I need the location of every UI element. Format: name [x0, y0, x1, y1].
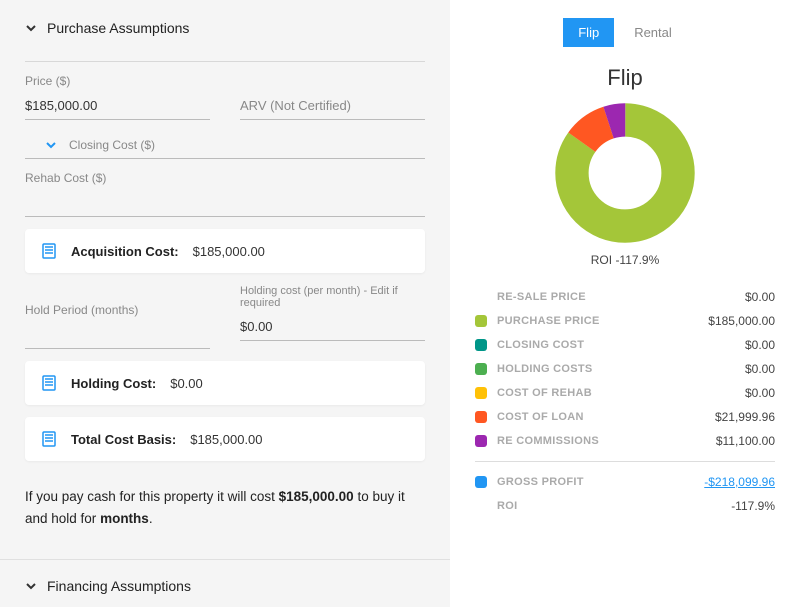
legend-row: COST OF LOAN$21,999.96	[475, 405, 775, 429]
purchase-assumptions-header[interactable]: Purchase Assumptions	[25, 20, 425, 36]
price-value[interactable]: $185,000.00	[25, 94, 210, 120]
divider	[475, 461, 775, 462]
summary-text: If you pay cash for this property it wil…	[25, 486, 425, 529]
closing-cost-label: Closing Cost ($)	[69, 138, 155, 152]
rehab-cost-label: Rehab Cost ($)	[25, 171, 425, 185]
financing-assumptions-header[interactable]: Financing Assumptions	[25, 578, 425, 594]
legend-value: $185,000.00	[708, 314, 775, 328]
divider	[0, 559, 450, 560]
legend-label: HOLDING COSTS	[497, 363, 745, 375]
analysis-tabs: Flip Rental	[475, 18, 775, 47]
legend-value: $0.00	[745, 290, 775, 304]
acquisition-cost-card: Acquisition Cost: $185,000.00	[25, 229, 425, 273]
holding-per-month-field[interactable]: Holding cost (per month) - Edit if requi…	[240, 285, 425, 349]
legend-value: $0.00	[745, 362, 775, 376]
legend-swatch	[475, 291, 487, 303]
total-cost-card: Total Cost Basis: $185,000.00	[25, 417, 425, 461]
closing-cost-row[interactable]: Closing Cost ($)	[25, 130, 425, 159]
legend-swatch	[475, 339, 487, 351]
legend-row: PURCHASE PRICE$185,000.00	[475, 309, 775, 333]
legend-row: RE-SALE PRICE$0.00	[475, 285, 775, 309]
legend-value: $11,100.00	[716, 434, 775, 448]
calculator-icon	[41, 243, 57, 259]
divider	[25, 61, 425, 62]
acquisition-cost-value: $185,000.00	[193, 244, 265, 259]
legend: RE-SALE PRICE$0.00PURCHASE PRICE$185,000…	[475, 285, 775, 518]
hold-period-field[interactable]: Hold Period (months)	[25, 285, 210, 349]
legend-label: RE COMMISSIONS	[497, 435, 716, 447]
legend-value: $0.00	[745, 386, 775, 400]
hold-period-value[interactable]	[25, 323, 210, 349]
acquisition-cost-label: Acquisition Cost:	[71, 244, 179, 259]
tab-flip[interactable]: Flip	[563, 18, 614, 47]
rehab-cost-field[interactable]: Rehab Cost ($)	[25, 171, 425, 217]
legend-row: COST OF REHAB$0.00	[475, 381, 775, 405]
legend-swatch	[475, 476, 487, 488]
roi-value: -117.9%	[731, 499, 775, 513]
holding-per-month-value[interactable]: $0.00	[240, 315, 425, 341]
purchase-assumptions-title: Purchase Assumptions	[47, 20, 189, 36]
roi-label: ROI	[497, 500, 731, 512]
arv-label	[240, 74, 425, 88]
purchase-assumptions-panel: Purchase Assumptions Price ($) $185,000.…	[0, 0, 450, 607]
legend-label: PURCHASE PRICE	[497, 315, 708, 327]
arv-placeholder[interactable]: ARV (Not Certified)	[240, 94, 425, 120]
legend-swatch	[475, 435, 487, 447]
holding-cost-value: $0.00	[170, 376, 203, 391]
price-field[interactable]: Price ($) $185,000.00	[25, 74, 210, 120]
gross-profit-label: GROSS PROFIT	[497, 476, 704, 488]
chevron-down-icon	[25, 580, 37, 592]
legend-label: COST OF LOAN	[497, 411, 715, 423]
tab-rental[interactable]: Rental	[619, 18, 687, 47]
legend-swatch	[475, 363, 487, 375]
holding-cost-card: Holding Cost: $0.00	[25, 361, 425, 405]
financing-assumptions-title: Financing Assumptions	[47, 578, 191, 594]
chevron-down-icon	[25, 22, 37, 34]
legend-swatch	[475, 411, 487, 423]
holding-per-month-label: Holding cost (per month) - Edit if requi…	[240, 285, 425, 309]
gross-profit-row: GROSS PROFIT-$218,099.96	[475, 470, 775, 494]
legend-label: COST OF REHAB	[497, 387, 745, 399]
legend-row: RE COMMISSIONS$11,100.00	[475, 429, 775, 453]
chevron-down-icon	[45, 139, 57, 151]
hold-period-label: Hold Period (months)	[25, 303, 210, 317]
rehab-cost-value[interactable]	[25, 191, 425, 217]
chart-title: Flip	[475, 65, 775, 91]
total-cost-label: Total Cost Basis:	[71, 432, 176, 447]
pie-chart-icon	[555, 103, 695, 243]
legend-row: CLOSING COST$0.00	[475, 333, 775, 357]
legend-swatch	[475, 387, 487, 399]
donut-chart	[475, 103, 775, 243]
total-cost-value: $185,000.00	[190, 432, 262, 447]
legend-row: HOLDING COSTS$0.00	[475, 357, 775, 381]
calculator-icon	[41, 375, 57, 391]
roi-row: ROI-117.9%	[475, 494, 775, 518]
legend-value: $0.00	[745, 338, 775, 352]
legend-label: RE-SALE PRICE	[497, 291, 745, 303]
roi-caption: ROI -117.9%	[475, 253, 775, 267]
legend-label: CLOSING COST	[497, 339, 745, 351]
calculator-icon	[41, 431, 57, 447]
holding-cost-label: Holding Cost:	[71, 376, 156, 391]
analysis-panel: Flip Rental Flip ROI -117.9% RE-SALE PRI…	[450, 0, 800, 607]
legend-value: $21,999.96	[715, 410, 775, 424]
gross-profit-value[interactable]: -$218,099.96	[704, 475, 775, 489]
legend-swatch	[475, 315, 487, 327]
price-label: Price ($)	[25, 74, 210, 88]
legend-swatch	[475, 500, 487, 512]
arv-field[interactable]: ARV (Not Certified)	[240, 74, 425, 120]
